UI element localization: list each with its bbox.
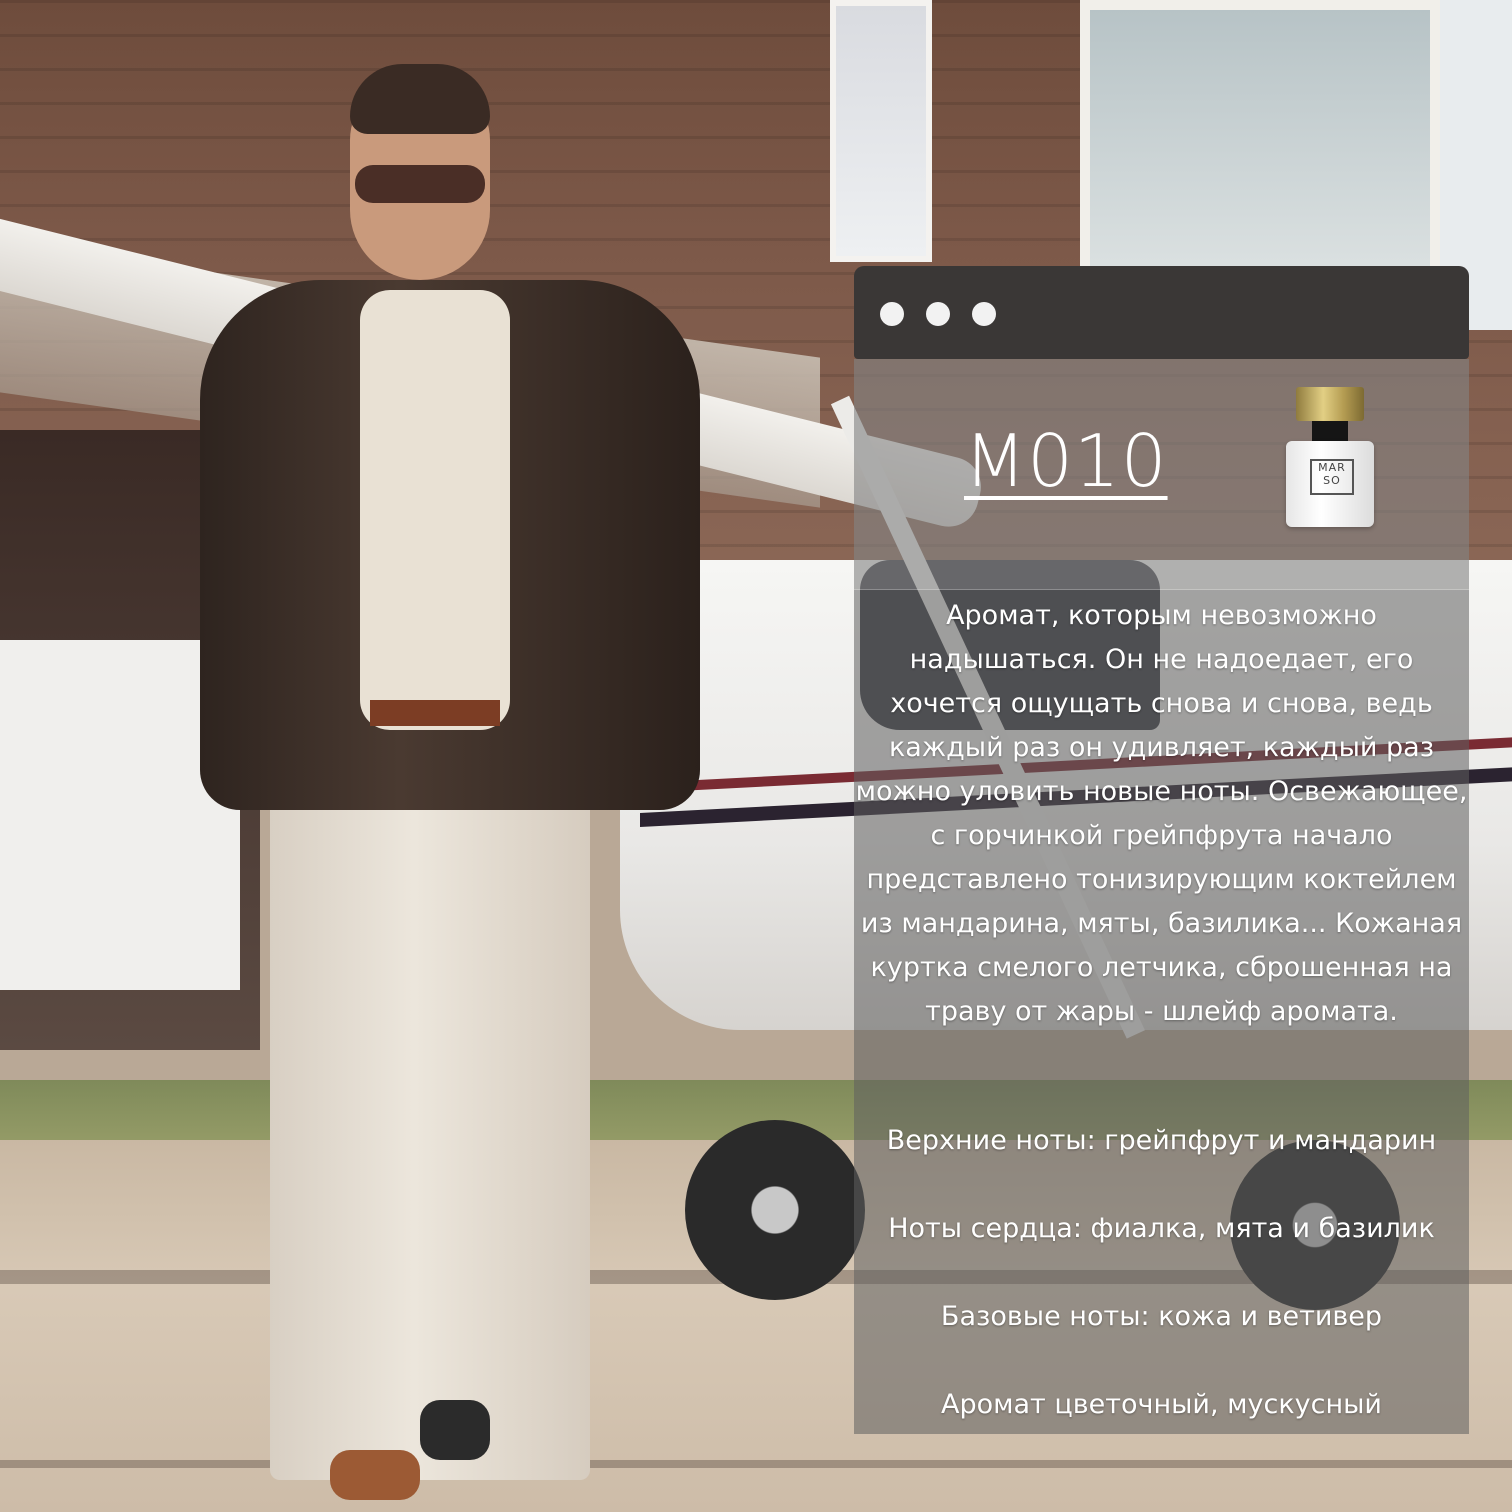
product-description: Аромат, которым невозможно надышаться. О… (855, 600, 1468, 1027)
window-title-bar (854, 266, 1469, 359)
man-sunglasses (355, 165, 485, 203)
man-shirt (360, 290, 510, 730)
product-code[interactable]: M010 (964, 419, 1167, 503)
bottle-glass: MAR SO (1286, 441, 1374, 527)
top-notes: Верхние ноты: грейпфрут и мандарин (886, 1125, 1437, 1156)
tarmac-line (0, 1460, 1512, 1468)
brand-logo: MAR SO (1310, 459, 1354, 495)
man-shoe (330, 1450, 420, 1500)
airplane-wheel (685, 1120, 865, 1300)
man-hair (350, 64, 490, 134)
window-dot-icon (880, 302, 904, 326)
product-card: M010 MAR SO Аромат, которым невозможно на… (854, 359, 1469, 1434)
product-header: M010 MAR SO (854, 359, 1469, 590)
bottle-neck (1312, 421, 1348, 441)
man-shoe (420, 1400, 490, 1460)
bottle-cap (1296, 387, 1364, 421)
man-belt (370, 700, 500, 726)
building-window (1080, 0, 1440, 310)
window-dot-icon (926, 302, 950, 326)
perfume-bottle-image: MAR SO (1286, 387, 1374, 527)
base-notes: Базовые ноты: кожа и ветивер (940, 1301, 1383, 1332)
building-window (830, 0, 932, 262)
man-trousers (270, 760, 590, 1480)
fragrance-character: Аромат цветочный, мускусный (941, 1389, 1382, 1420)
heart-notes: Ноты сердца: фиалка, мята и базилик (888, 1213, 1435, 1244)
window-dot-icon (972, 302, 996, 326)
